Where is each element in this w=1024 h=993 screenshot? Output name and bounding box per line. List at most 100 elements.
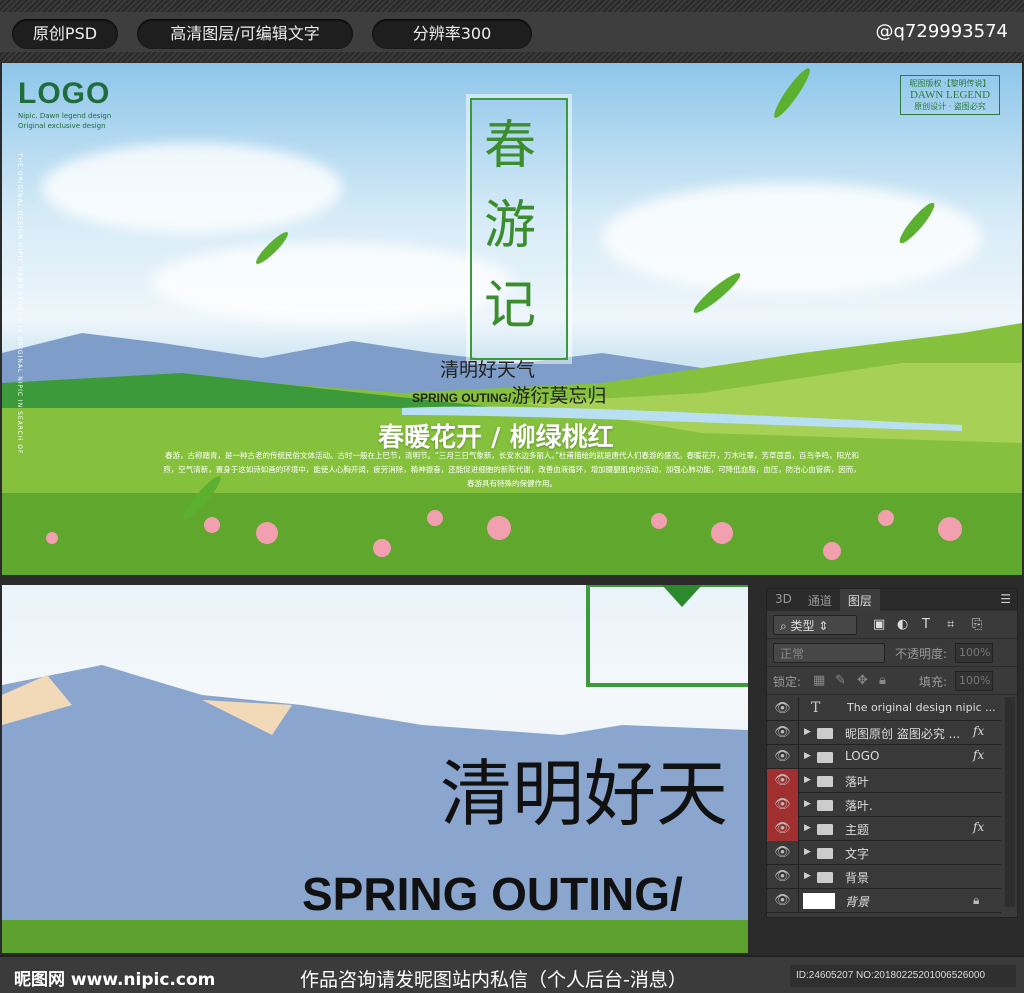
badge-layers: 高清图层/可编辑文字 [137, 19, 353, 49]
description-paragraph: 春游，古称踏青，是一种古老的传统民俗文体活动。古时一般在上巳节，清明节。“三月三… [163, 451, 861, 488]
layer-row[interactable]: 👁︎ ▶ 文字 [767, 841, 1001, 865]
layer-effects-fx[interactable]: fx [973, 748, 984, 762]
top-bar: 原创PSD 高清图层/可编辑文字 分辨率300 @q729993574 [0, 0, 1024, 62]
layer-row[interactable]: 👁︎ ▶ LOGO fx [767, 745, 1001, 769]
vertical-text: THE ORIGINAL DESIGN NIPIC DAWN LEGEND IS… [16, 153, 23, 455]
expand-triangle-icon[interactable]: ▶ [804, 751, 811, 761]
spring-outing-label: SPRING OUTING/ [412, 391, 512, 405]
zoomed-spring-outing: SPRING OUTING/ [302, 868, 683, 920]
logo: LOGO Nipic. Dawn legend design Original … [18, 77, 111, 131]
blend-value: 正常 [780, 647, 805, 661]
copyright-stamp: 昵图版权 ·【黎明传说】 DAWN LEGEND 原创设计 · 盗图必究 [900, 75, 1000, 115]
zoomed-subtitle: 清明好天 [440, 752, 729, 836]
logo-text: LOGO [18, 77, 111, 110]
text-layer-icon: T [811, 700, 821, 716]
stamp-top: 昵图版权 ·【黎明传说】 [909, 79, 991, 88]
fill-label: 填充: [919, 675, 948, 689]
zoomed-detail-view: 清明好天 SPRING OUTING/ [2, 585, 748, 953]
lock-label: 锁定: [773, 675, 802, 689]
folder-icon [817, 824, 833, 835]
text-filter-icon[interactable]: T [922, 617, 930, 632]
layer-name: 背景 [845, 871, 870, 885]
subtitle-2: SPRING OUTING/游衍莫忘归 [412, 381, 606, 408]
opacity-input[interactable]: 100% [955, 643, 993, 663]
folder-icon [817, 872, 833, 883]
visibility-eye-icon[interactable]: 👁︎ [767, 721, 799, 745]
visibility-eye-icon[interactable]: 👁︎ [767, 793, 799, 817]
layer-effects-fx[interactable]: fx [973, 820, 984, 834]
tab-layers[interactable]: 图层 [839, 589, 880, 611]
badge-original-psd: 原创PSD [12, 19, 118, 49]
layer-filter-select[interactable]: ⌕ 类型 ⇕ [773, 615, 857, 635]
folder-icon [817, 728, 833, 739]
layer-name: 文字 [845, 847, 870, 861]
layer-thumbnail [803, 893, 835, 909]
title-char: 春 [484, 116, 537, 176]
visibility-eye-icon[interactable]: 👁︎ [767, 841, 799, 865]
expand-triangle-icon[interactable]: ▶ [804, 823, 811, 833]
expand-triangle-icon[interactable]: ▶ [804, 847, 811, 857]
footer-notice: 作品咨询请发昵图站内私信（个人后台-消息） [300, 969, 687, 991]
visibility-eye-icon[interactable]: 👁︎ [767, 697, 799, 721]
site-watermark: 昵图网 www.nipic.com [14, 970, 216, 990]
expand-triangle-icon[interactable]: ▶ [804, 799, 811, 809]
layer-row[interactable]: 👁︎ T The original design nipic ... [767, 697, 1001, 721]
opacity-label: 不透明度: [895, 647, 948, 661]
folder-icon [817, 800, 833, 811]
image-id: ID:24605207 NO:20180225201006526000 [790, 965, 1016, 987]
title-char: 记 [484, 276, 537, 336]
visibility-eye-icon[interactable]: 👁︎ [767, 769, 799, 793]
fill-input[interactable]: 100% [955, 671, 993, 691]
layer-effects-fx[interactable]: fx [973, 724, 984, 738]
layer-name: The original design nipic ... [847, 701, 996, 714]
layer-list: 👁︎ T The original design nipic ... 👁︎ ▶ 昵图原创 … [767, 697, 1001, 913]
shape-filter-icon[interactable]: ⌗ [947, 617, 954, 632]
image-filter-icon[interactable]: ▣ [873, 617, 885, 632]
poster-preview: LOGO Nipic. Dawn legend design Original … [2, 63, 1022, 575]
filter-value: 类型 [790, 619, 815, 633]
panel-menu-icon[interactable]: ☰ [994, 589, 1017, 611]
layer-row[interactable]: 👁︎ ▶ 背景 [767, 865, 1001, 889]
layer-name: 落叶. [845, 799, 873, 813]
author-handle: @q729993574 [875, 21, 1009, 42]
subtitle-1: 清明好天气 [440, 359, 536, 381]
layer-row[interactable]: 👁︎ ▶ 落叶. [767, 793, 1001, 817]
tab-channels[interactable]: 通道 [800, 589, 840, 611]
lock-move-icon[interactable]: ✥ [857, 673, 868, 688]
layer-row[interactable]: 👁︎ ▶ 落叶 [767, 769, 1001, 793]
lock-icon: 🔒︎ [973, 893, 980, 907]
expand-triangle-icon[interactable]: ▶ [804, 775, 811, 785]
badge-resolution: 分辨率300 [372, 19, 532, 49]
expand-triangle-icon[interactable]: ▶ [804, 727, 811, 737]
tab-3d[interactable]: 3D [767, 589, 800, 611]
layer-name: 落叶 [845, 775, 870, 789]
stamp-bottom: 原创设计 · 盗图必究 [914, 102, 986, 111]
lock-transparent-icon[interactable]: ▦ [813, 673, 825, 688]
scrollbar[interactable] [1005, 697, 1015, 907]
smart-object-filter-icon[interactable]: ⎘ [972, 617, 982, 632]
blend-mode-select[interactable]: 正常 [773, 643, 885, 663]
logo-subtitle: Nipic. Dawn legend design [18, 112, 112, 120]
layer-row[interactable]: 👁︎ 🔒︎ 背景 [767, 889, 1001, 913]
footer: 昵图网 www.nipic.com 作品咨询请发昵图站内私信（个人后台-消息） … [0, 955, 1024, 993]
visibility-eye-icon[interactable]: 👁︎ [767, 745, 799, 769]
expand-triangle-icon[interactable]: ▶ [804, 871, 811, 881]
visibility-eye-icon[interactable]: 👁︎ [767, 889, 799, 913]
folder-icon [817, 776, 833, 787]
layer-name: LOGO [845, 749, 880, 763]
layer-name: 昵图原创 盗图必究 ... [845, 727, 961, 741]
layer-row[interactable]: 👁︎ ▶ 昵图原创 盗图必究 ... fx [767, 721, 1001, 745]
logo-subtitle-2: Original exclusive design [18, 122, 106, 130]
lock-all-icon[interactable]: 🔒︎ [879, 673, 886, 688]
folder-icon [817, 848, 833, 859]
layer-row[interactable]: 👁︎ ▶ 主题 fx [767, 817, 1001, 841]
title-char: 游 [484, 196, 537, 256]
stamp-main: DAWN LEGEND [909, 89, 991, 101]
adjustment-filter-icon[interactable]: ◐ [897, 617, 908, 632]
layer-name: 背景 [845, 895, 870, 909]
subtitle-2-text: 游衍莫忘归 [511, 385, 607, 407]
layer-name: 主题 [845, 823, 870, 837]
visibility-eye-icon[interactable]: 👁︎ [767, 865, 799, 889]
visibility-eye-icon[interactable]: 👁︎ [767, 817, 799, 841]
lock-paint-icon[interactable]: ✎ [835, 673, 846, 688]
